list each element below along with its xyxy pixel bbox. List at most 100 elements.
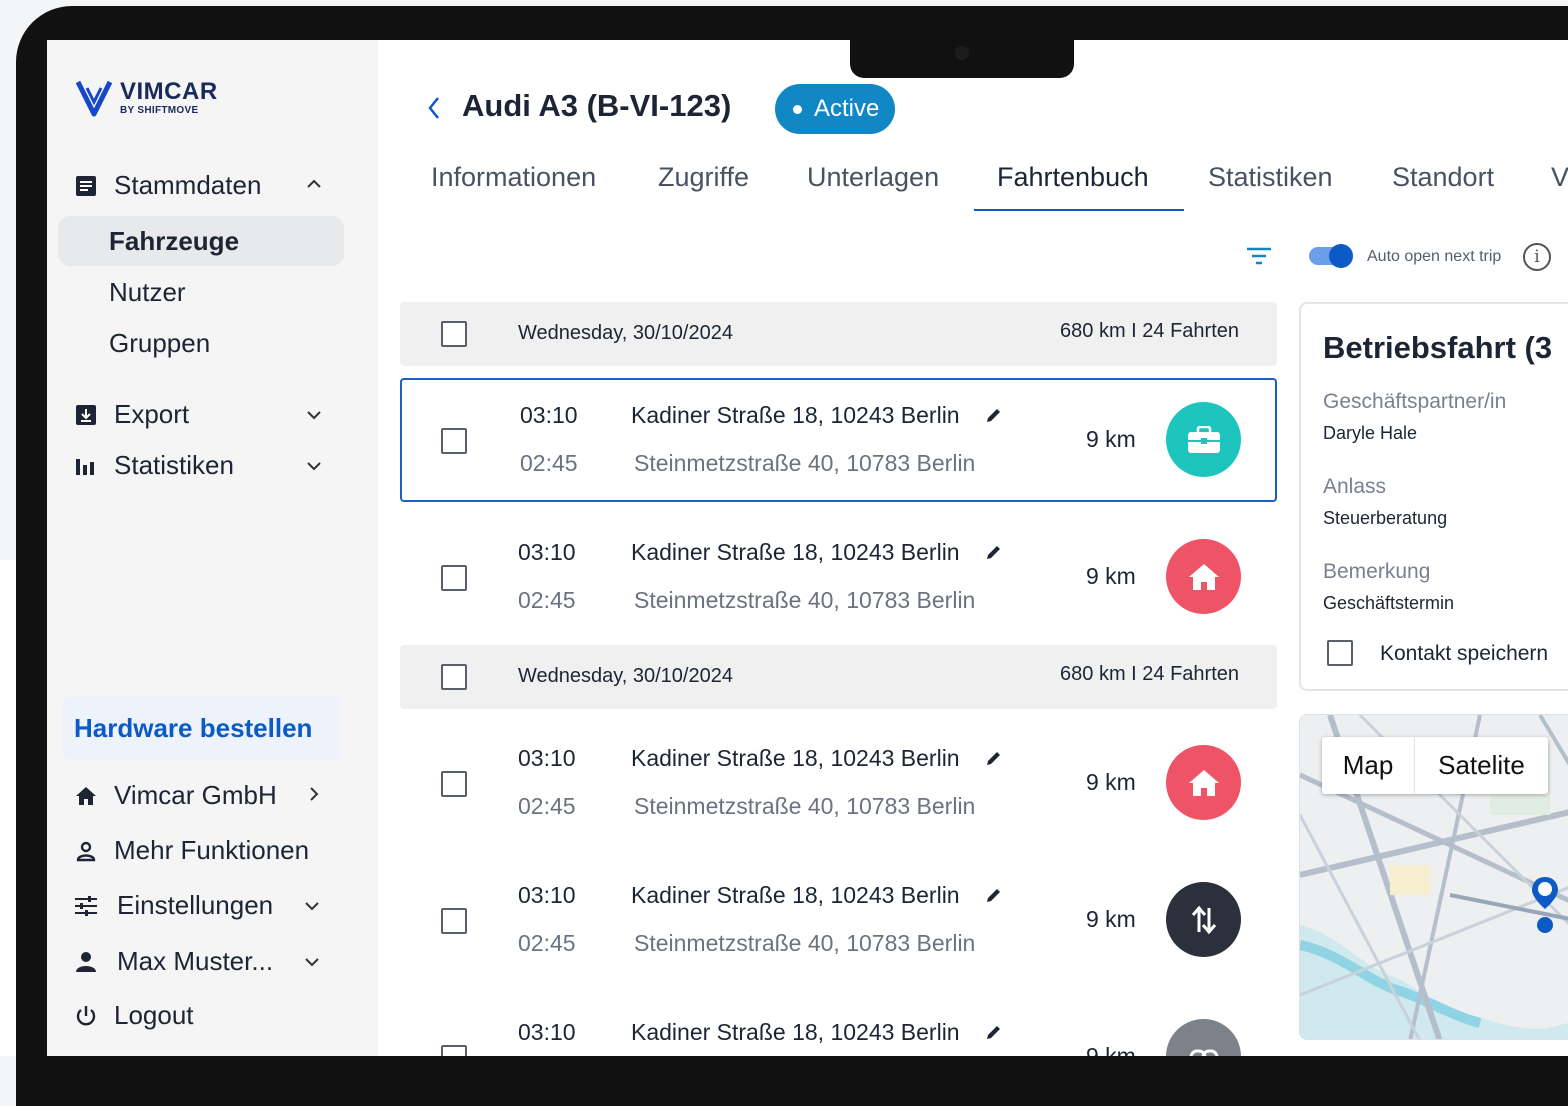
trip-from-address: Kadiner Straße 18, 10243 Berlin <box>631 745 960 771</box>
day-date: Wednesday, 30/10/2024 <box>518 665 733 687</box>
day-stats: 680 km I 24 Fahrten <box>1060 320 1239 342</box>
sidebar-item-nutzer[interactable]: Nutzer <box>109 277 186 308</box>
chevron-up-icon <box>307 179 321 188</box>
trip-end-time: 02:45 <box>518 587 576 613</box>
trip-checkbox[interactable] <box>441 428 467 454</box>
brand-name: VIMCAR <box>120 78 218 105</box>
edit-pencil-icon[interactable] <box>985 749 1003 767</box>
tab-standort[interactable]: Standort <box>1392 162 1494 193</box>
active-tab-indicator <box>974 209 1184 211</box>
status-badge: Active <box>775 84 895 134</box>
vimcar-logo-icon <box>76 80 112 117</box>
trip-checkbox[interactable] <box>441 771 467 797</box>
camera-notch <box>850 40 1074 78</box>
chevron-down-icon <box>305 958 319 967</box>
edit-pencil-icon[interactable] <box>985 886 1003 904</box>
sidebar-item-gruppen[interactable]: Gruppen <box>109 328 210 359</box>
chevron-right-icon <box>310 787 319 801</box>
swap-vertical-icon <box>1191 905 1216 934</box>
chevron-down-icon <box>307 462 321 471</box>
nav-vimcar-gmbh[interactable]: Vimcar GmbH <box>74 780 334 811</box>
trip-row[interactable]: 03:10 02:45 Kadiner Straße 18, 10243 Ber… <box>400 858 1277 982</box>
trip-type-business[interactable] <box>1166 402 1241 477</box>
trip-start-time: 03:10 <box>520 402 578 428</box>
save-contact-checkbox[interactable] <box>1327 640 1353 666</box>
edit-pencil-icon[interactable] <box>985 1023 1003 1041</box>
nav-mehr-funktionen[interactable]: Mehr Funktionen <box>74 835 309 866</box>
document-list-icon <box>74 174 98 198</box>
tab-statistiken[interactable]: Statistiken <box>1208 162 1333 193</box>
trip-row[interactable]: 03:10 Kadiner Straße 18, 10243 Berlin 9 … <box>400 995 1277 1056</box>
back-arrow-icon[interactable] <box>424 94 444 122</box>
trip-start-time: 03:10 <box>518 745 576 771</box>
hardware-bestellen-button[interactable]: Hardware bestellen <box>62 697 340 759</box>
trip-distance: 9 km <box>1086 769 1136 795</box>
nav-export[interactable]: Export <box>74 399 334 430</box>
tab-unterlagen[interactable]: Unterlagen <box>807 162 939 193</box>
trip-checkbox[interactable] <box>441 908 467 934</box>
field-label: Geschäftspartner/in <box>1323 390 1507 413</box>
status-label: Active <box>814 95 880 122</box>
trip-from-address: Kadiner Straße 18, 10243 Berlin <box>631 539 960 565</box>
download-icon <box>74 403 98 427</box>
chevron-down-icon <box>307 411 321 420</box>
trip-row[interactable]: 03:10 02:45 Kadiner Straße 18, 10243 Ber… <box>400 378 1277 502</box>
trip-checkbox[interactable] <box>441 565 467 591</box>
status-dot-icon <box>793 104 802 114</box>
field-label: Anlass <box>1323 475 1387 498</box>
tab-zugriffe[interactable]: Zugriffe <box>658 162 749 193</box>
trip-start-time: 03:10 <box>518 1019 576 1045</box>
satellite-view-button[interactable]: Satelite <box>1415 737 1548 794</box>
trip-from-address: Kadiner Straße 18, 10243 Berlin <box>631 402 960 428</box>
trip-detail-card: Betriebsfahrt (3 Geschäftspartner/in Dar… <box>1299 302 1568 691</box>
tab-informationen[interactable]: Informationen <box>431 162 596 193</box>
trip-type-commute[interactable] <box>1166 882 1241 957</box>
tab-fahrtenbuch[interactable]: Fahrtenbuch <box>997 162 1149 193</box>
trip-end-time: 02:45 <box>518 793 576 819</box>
nav-label: Stammdaten <box>114 170 262 200</box>
trip-distance: 9 km <box>1086 1043 1136 1056</box>
tab-overflow[interactable]: V <box>1551 162 1568 193</box>
trip-to-address: Steinmetzstraße 40, 10783 Berlin <box>634 793 976 819</box>
trip-row[interactable]: 03:10 02:45 Kadiner Straße 18, 10243 Ber… <box>400 721 1277 845</box>
trip-type-other[interactable] <box>1166 1019 1241 1056</box>
field-label: Bemerkung <box>1323 560 1431 583</box>
nav-einstellungen[interactable]: Einstellungen <box>74 890 334 921</box>
field-value[interactable]: Daryle Hale <box>1323 423 1417 444</box>
trip-start-time: 03:10 <box>518 882 576 908</box>
trip-from-address: Kadiner Straße 18, 10243 Berlin <box>631 882 960 908</box>
trip-distance: 9 km <box>1086 906 1136 932</box>
day-select-checkbox[interactable] <box>441 664 467 690</box>
nav-label: Logout <box>114 1000 194 1030</box>
sidebar-item-fahrzeuge[interactable]: Fahrzeuge <box>109 226 239 257</box>
trip-type-private[interactable] <box>1166 745 1241 820</box>
page-title: Audi A3 (B-VI-123) <box>462 88 732 123</box>
filter-icon[interactable] <box>1246 246 1272 266</box>
nav-logout[interactable]: Logout <box>74 1000 194 1031</box>
day-stats: 680 km I 24 Fahrten <box>1060 663 1239 685</box>
detail-title: Betriebsfahrt (3 <box>1323 330 1553 365</box>
auto-open-toggle[interactable] <box>1309 244 1353 268</box>
trip-type-private[interactable] <box>1166 539 1241 614</box>
trip-end-time: 02:45 <box>520 450 578 476</box>
brand-logo[interactable]: VIMCAR BY SHIFTMOVE <box>76 78 218 118</box>
field-value[interactable]: Geschäftstermin <box>1323 593 1454 614</box>
nav-stammdaten[interactable]: Stammdaten <box>74 170 334 201</box>
nav-statistiken[interactable]: Statistiken <box>74 450 334 481</box>
brand-tagline: BY SHIFTMOVE <box>120 105 199 116</box>
location-pin-icon[interactable] <box>1530 875 1560 935</box>
person-icon <box>74 950 98 974</box>
toggle-knob <box>1329 244 1353 268</box>
link-icon <box>1189 1049 1218 1056</box>
trip-checkbox[interactable] <box>441 1045 467 1056</box>
day-select-checkbox[interactable] <box>441 321 467 347</box>
edit-pencil-icon[interactable] <box>985 543 1003 561</box>
nav-user-menu[interactable]: Max Muster... <box>74 946 334 977</box>
auto-open-label: Auto open next trip <box>1367 248 1502 265</box>
edit-pencil-icon[interactable] <box>985 406 1003 424</box>
nav-label: Mehr Funktionen <box>114 835 310 865</box>
trip-row[interactable]: 03:10 02:45 Kadiner Straße 18, 10243 Ber… <box>400 515 1277 639</box>
map-view-button[interactable]: Map <box>1322 737 1415 794</box>
info-icon[interactable]: i <box>1523 243 1551 271</box>
field-value[interactable]: Steuerberatung <box>1323 508 1447 529</box>
